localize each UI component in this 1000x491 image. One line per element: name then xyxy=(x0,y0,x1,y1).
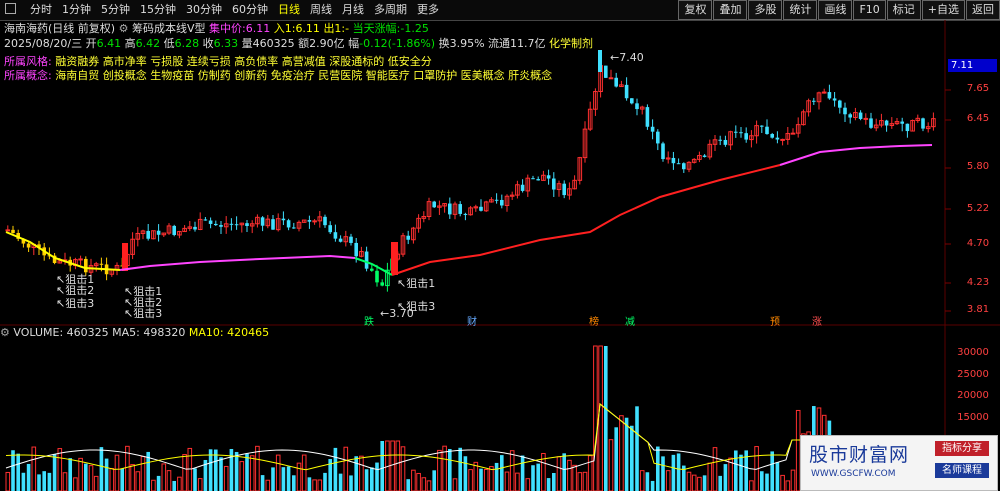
price-axis-label: 7.65 xyxy=(966,83,990,94)
price-axis-label: 4.70 xyxy=(966,238,990,249)
badge-indicator-share: 指标分享 xyxy=(935,441,989,456)
high-mark-value: 7.40 xyxy=(619,51,644,64)
volume-axis-label: 30000 xyxy=(957,347,989,358)
price-axis-label: 4.23 xyxy=(966,277,990,288)
volume-axis-label: 25000 xyxy=(957,369,989,380)
site-watermark: 股市财富网 WWW.GSCFW.COM 指标分享 名师课程 xyxy=(800,435,998,491)
price-axis-label: 5.80 xyxy=(966,161,990,172)
sniper-3-b: ↖狙击3 xyxy=(124,307,163,320)
price-axis-label: 5.22 xyxy=(966,203,990,214)
watermark-title: 股市财富网 xyxy=(809,444,910,466)
sniper-label: 狙击3 xyxy=(65,297,95,310)
gear-icon[interactable]: ⚙ xyxy=(0,326,10,339)
ma5-label: MA5: xyxy=(112,326,140,339)
ma5-value: 498320 xyxy=(143,326,186,339)
volume-value: 460325 xyxy=(66,326,109,339)
candlestick-chart[interactable] xyxy=(0,0,1000,491)
sniper-label: 狙击3 xyxy=(406,300,436,313)
volume-header: ⚙ VOLUME: 460325 MA5: 498320 MA10: 42046… xyxy=(0,326,950,340)
ma10-label: MA10: xyxy=(188,326,224,339)
current-price-tag: 7.11 xyxy=(948,59,997,72)
volume-label: VOLUME: xyxy=(13,326,64,339)
sniper-label: 狙击3 xyxy=(133,307,163,320)
sniper-3-a: ↖狙击3 xyxy=(56,297,95,310)
ma10-value: 420465 xyxy=(227,326,270,339)
volume-bars xyxy=(5,345,936,491)
sniper-3-c: ↖狙击3 xyxy=(397,300,436,313)
sniper-1-c: ↖狙击1 xyxy=(397,277,436,290)
watermark-url: WWW.GSCFW.COM xyxy=(811,469,896,479)
badge-teacher-course: 名师课程 xyxy=(935,463,989,478)
volume-axis-label: 15000 xyxy=(957,412,989,423)
price-axis-label: 3.81 xyxy=(966,304,990,315)
chart-grid xyxy=(0,20,1000,491)
price-axis-label: 6.45 xyxy=(966,113,990,124)
stock-chart-window: 分时 1分钟 5分钟 15分钟 30分钟 60分钟 日线 周线 月线 多周期 更多 复权 叠加 多股 统计… xyxy=(0,0,1000,491)
sniper-label: 狙击1 xyxy=(406,277,436,290)
high-mark: ←7.40 xyxy=(610,51,644,64)
volume-axis-label: 20000 xyxy=(957,390,989,401)
